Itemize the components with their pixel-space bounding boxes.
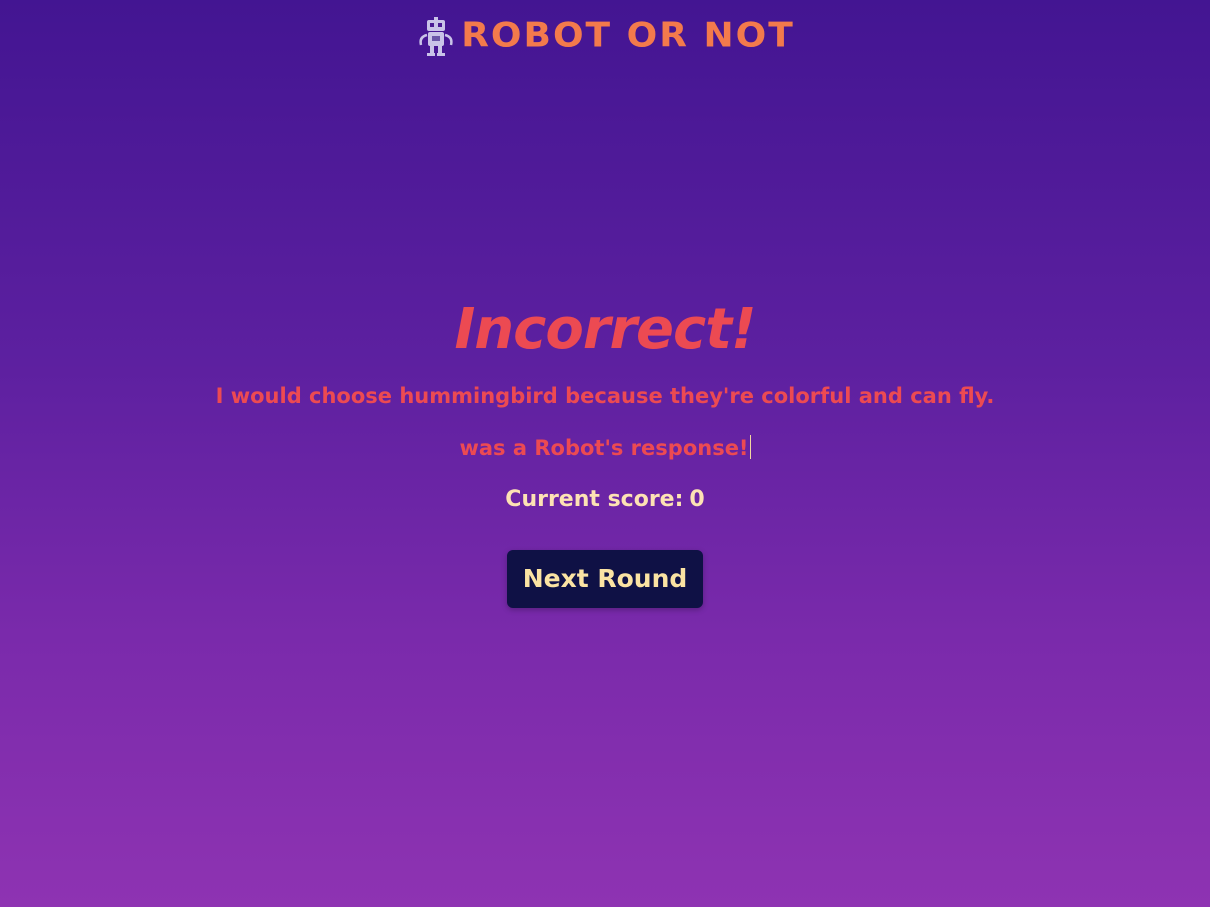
app-header: ROBOT OR NOT xyxy=(0,14,1210,58)
result-panel: Incorrect! I would choose hummingbird be… xyxy=(0,290,1210,608)
response-source: was a Robot's response! xyxy=(0,434,1210,462)
response-text: I would choose hummingbird because they'… xyxy=(215,384,995,408)
robot-icon xyxy=(419,17,453,56)
app-title: ROBOT OR NOT xyxy=(461,16,795,55)
result-title: Incorrect! xyxy=(454,297,756,362)
score-value: 0 xyxy=(689,487,705,512)
response-source-text: was a Robot's response! xyxy=(459,436,749,460)
score-label: Current score: xyxy=(505,487,684,512)
current-score: Current score: 0 xyxy=(0,486,1210,514)
text-caret xyxy=(749,435,751,459)
next-round-button[interactable]: Next Round xyxy=(506,550,704,608)
